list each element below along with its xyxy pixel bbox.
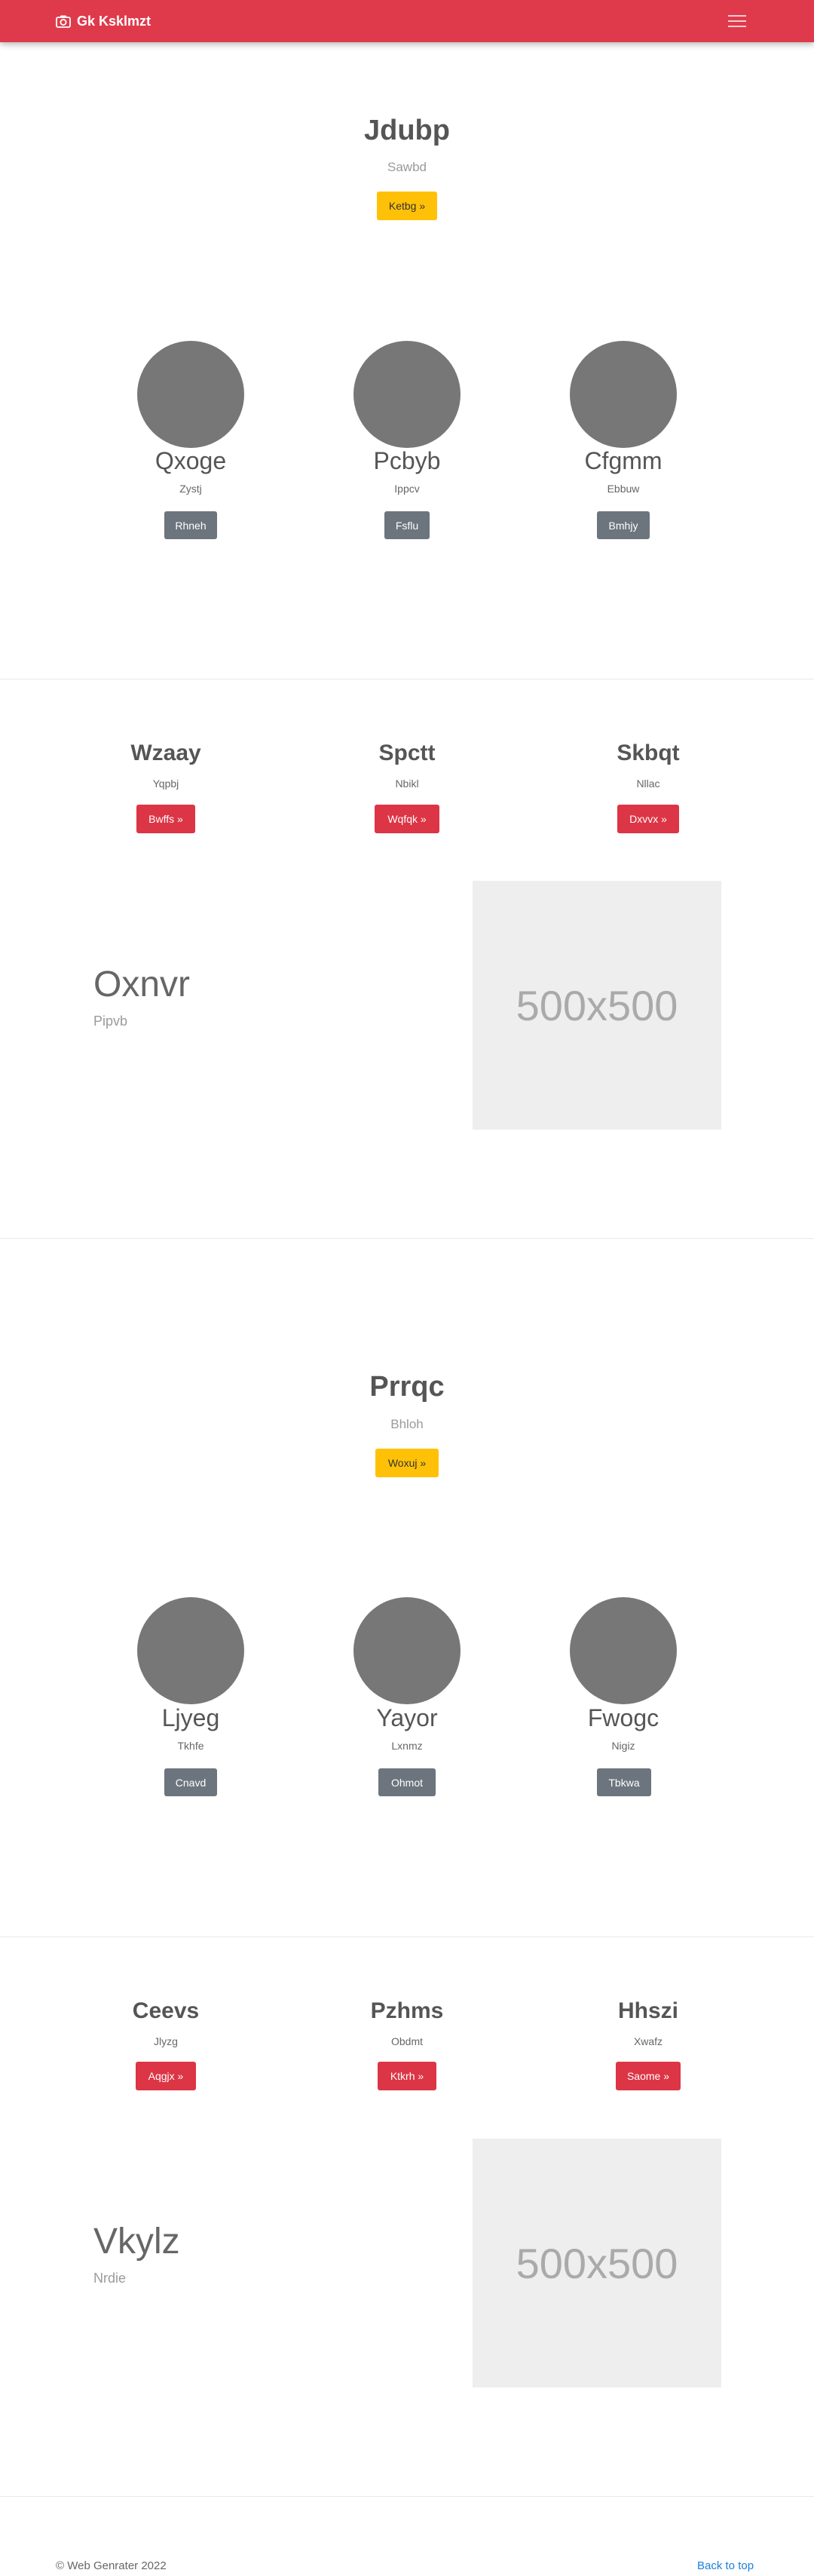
team-avatar [353,1597,461,1704]
team-name: Ljyeg [161,1704,220,1731]
placeholder-image: 500x500 [473,881,721,1130]
media-title: Vkylz [93,2222,180,2262]
media-subtitle: Pipvb [93,1014,128,1029]
team-button[interactable]: Rhneh [164,511,217,539]
team-name: Qxoge [155,447,227,474]
team-avatar [353,341,461,448]
feature-title: Skbqt [617,741,680,765]
team-name: Fwogc [587,1704,659,1731]
team-avatar [570,341,677,448]
footer-copyright: © Web Genrater 2022 [56,2559,167,2572]
team-name: Cfgmm [584,447,663,474]
team-subtitle: Tkhfe [177,1740,204,1752]
hero-title: Prrqc [369,1371,445,1403]
section-divider [0,1238,814,1239]
team-avatar [137,341,244,448]
back-to-top-link[interactable]: Back to top [697,2559,754,2572]
navbar-brand[interactable]: Gk Ksklmzt [56,0,151,42]
hero-subtitle: Sawbd [387,160,427,174]
feature-button[interactable]: Bwffs » [136,805,195,833]
media-title: Oxnvr [93,964,191,1004]
feature-subtitle: Xwafz [633,2035,663,2047]
feature-button[interactable]: Ktkrh » [378,2062,436,2090]
placeholder-image: 500x500 [473,2139,721,2387]
team-button[interactable]: Tbkwa [597,1768,651,1796]
feature-subtitle: Jlyzg [154,2035,178,2047]
hero-button[interactable]: Ketbg » [377,192,437,220]
feature-title: Spctt [378,741,436,765]
camera-icon [56,14,71,28]
feature-title: Pzhms [370,1998,444,2023]
navbar: Gk Ksklmzt [0,0,814,42]
team-subtitle: Nigiz [611,1740,635,1752]
feature-button[interactable]: Aqgjx » [136,2062,196,2090]
team-avatar [137,1597,244,1704]
team-button[interactable]: Cnavd [164,1768,217,1796]
hero-subtitle: Bhloh [390,1417,424,1431]
media-subtitle: Nrdie [93,2271,127,2286]
team-button[interactable]: Ohmot [378,1768,436,1796]
hero-title: Jdubp [364,115,450,146]
feature-subtitle: Obdmt [390,2035,423,2047]
team-subtitle: Ippcv [394,483,420,495]
feature-title: Ceevs [132,1998,200,2023]
team-subtitle: Ebbuw [607,483,640,495]
hamburger-menu-icon[interactable] [725,11,749,32]
team-name: Yayor [376,1704,438,1731]
team-button[interactable]: Fsflu [384,511,430,539]
feature-title: Wzaay [130,741,201,765]
feature-subtitle: Nllac [636,777,660,790]
feature-button[interactable]: Wqfqk » [375,805,439,833]
feature-title: Hhszi [617,1998,678,2023]
team-button[interactable]: Bmhjy [597,511,650,539]
section-divider [0,2496,814,2497]
team-subtitle: Lxnmz [391,1740,423,1752]
brand-text: Gk Ksklmzt [77,13,151,29]
feature-button[interactable]: Saome » [616,2062,681,2090]
feature-subtitle: Yqpbj [152,777,179,790]
feature-button[interactable]: Dxvvx » [617,805,679,833]
team-subtitle: Zystj [179,483,202,495]
team-avatar [570,1597,677,1704]
hero-button[interactable]: Woxuj » [375,1449,439,1477]
team-name: Pcbyb [373,447,441,474]
feature-subtitle: Nbikl [395,777,419,790]
